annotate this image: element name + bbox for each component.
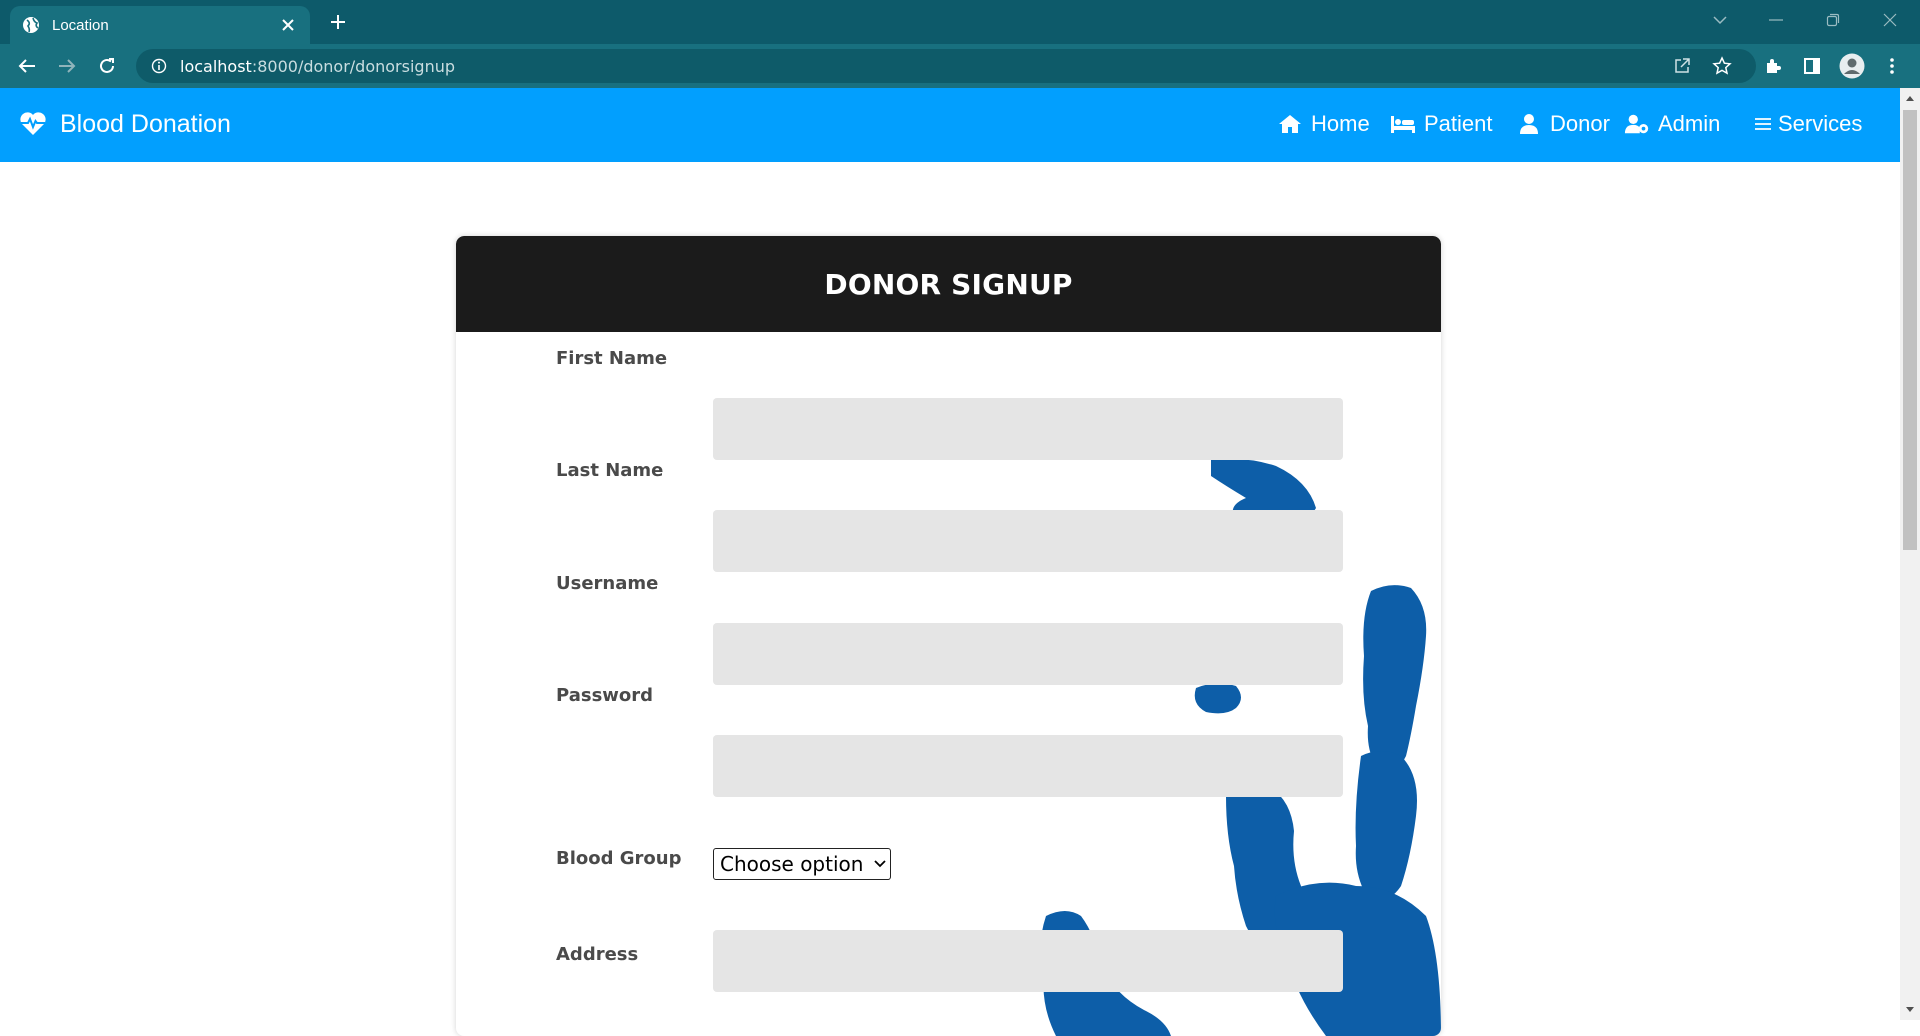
nav-donor-label: Donor xyxy=(1550,111,1610,136)
nav-patient[interactable]: Patient xyxy=(1390,111,1493,137)
browser-menu-icon[interactable] xyxy=(1878,52,1906,80)
browser-tab[interactable]: Location xyxy=(10,6,310,44)
donor-signup-card: DONOR SIGNUP First Name Last Name Userna… xyxy=(456,236,1441,1036)
last-name-label: Last Name xyxy=(556,460,664,481)
tab-search-icon[interactable] xyxy=(1700,8,1740,32)
globe-icon xyxy=(22,16,40,34)
menu-bars-icon xyxy=(1754,111,1772,137)
password-label: Password xyxy=(556,685,654,706)
heartbeat-icon xyxy=(18,109,48,139)
scroll-up-arrow-icon[interactable] xyxy=(1900,88,1920,108)
brand-link[interactable]: Blood Donation xyxy=(18,109,231,139)
close-window-icon[interactable] xyxy=(1870,8,1910,32)
minimize-icon[interactable] xyxy=(1756,8,1796,32)
password-input[interactable] xyxy=(713,735,1343,797)
blood-group-label: Blood Group xyxy=(556,848,682,869)
address-input[interactable] xyxy=(713,930,1343,992)
forward-arrow-icon[interactable] xyxy=(53,52,81,80)
nav-home-label: Home xyxy=(1311,111,1370,136)
blood-group-select[interactable]: Choose option xyxy=(713,848,891,880)
profile-avatar-icon[interactable] xyxy=(1838,52,1866,80)
nav-donor[interactable]: Donor xyxy=(1516,111,1610,137)
tab-title: Location xyxy=(52,16,109,34)
page-scrollbar[interactable] xyxy=(1900,88,1920,1020)
scroll-down-arrow-icon[interactable] xyxy=(1900,1000,1920,1020)
site-info-icon[interactable] xyxy=(150,57,168,75)
nav-home[interactable]: Home xyxy=(1277,111,1370,137)
address-bar[interactable]: localhost:8000/donor/donorsignup xyxy=(136,49,1756,83)
card-header: DONOR SIGNUP xyxy=(456,236,1441,332)
first-name-input[interactable] xyxy=(713,398,1343,460)
brand-name: Blood Donation xyxy=(60,109,231,138)
nav-services-label: Services xyxy=(1778,111,1863,136)
close-tab-icon[interactable] xyxy=(278,15,298,35)
scrollbar-thumb[interactable] xyxy=(1903,110,1917,550)
chevron-down-icon xyxy=(870,854,890,874)
browser-toolbar: localhost:8000/donor/donorsignup xyxy=(0,44,1920,88)
user-icon xyxy=(1516,111,1542,137)
extensions-puzzle-icon[interactable] xyxy=(1759,52,1787,80)
bed-icon xyxy=(1390,111,1416,137)
nav-patient-label: Patient xyxy=(1424,111,1493,136)
home-icon xyxy=(1277,111,1303,137)
new-tab-button[interactable] xyxy=(324,8,352,36)
url-path: :8000/donor/donorsignup xyxy=(251,56,455,76)
nav-admin[interactable]: Admin xyxy=(1624,111,1720,137)
side-panel-icon[interactable] xyxy=(1798,52,1826,80)
site-navbar: Blood Donation Home Patient Donor Admin … xyxy=(0,88,1900,162)
reload-icon[interactable] xyxy=(93,52,121,80)
last-name-input[interactable] xyxy=(713,510,1343,572)
share-icon[interactable] xyxy=(1668,52,1696,80)
username-label: Username xyxy=(556,573,659,594)
user-cog-icon xyxy=(1624,111,1650,137)
url-text: localhost:8000/donor/donorsignup xyxy=(180,57,455,76)
nav-services[interactable]: Services xyxy=(1754,111,1862,137)
url-host: localhost xyxy=(180,56,252,76)
form-title: DONOR SIGNUP xyxy=(824,267,1073,301)
first-name-label: First Name xyxy=(556,348,668,369)
restore-icon[interactable] xyxy=(1813,8,1853,32)
bookmark-star-icon[interactable] xyxy=(1708,52,1736,80)
blood-group-selected: Choose option xyxy=(720,852,864,876)
back-arrow-icon[interactable] xyxy=(13,52,41,80)
browser-tab-bar: Location xyxy=(0,0,1920,44)
nav-admin-label: Admin xyxy=(1658,111,1721,136)
username-input[interactable] xyxy=(713,623,1343,685)
address-label: Address xyxy=(556,944,639,965)
